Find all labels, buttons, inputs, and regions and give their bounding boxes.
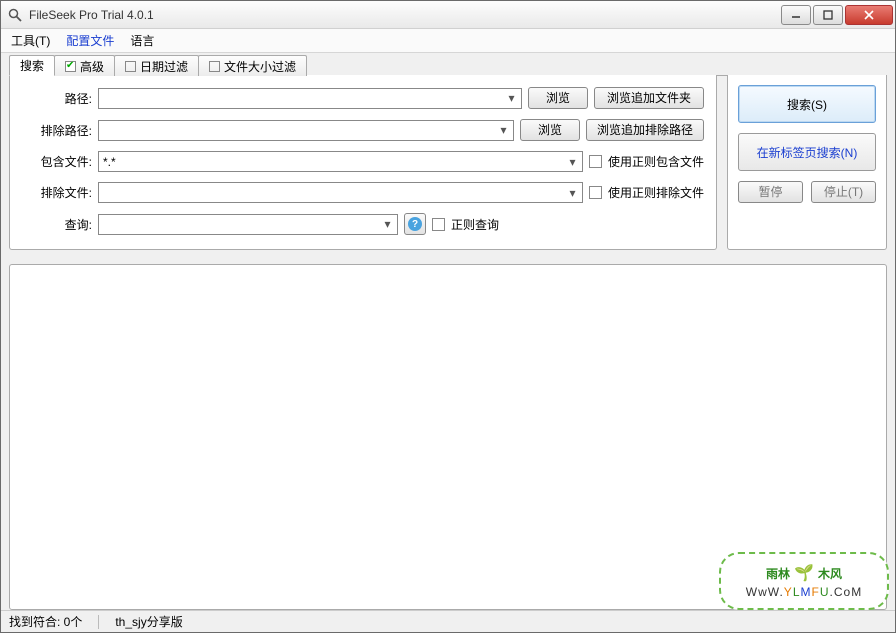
close-button[interactable] — [845, 5, 893, 25]
tab-date-filter[interactable]: 日期过滤 — [114, 55, 199, 76]
chevron-down-icon: ▾ — [565, 185, 580, 200]
help-icon: ? — [408, 217, 422, 231]
search-button[interactable]: 搜索(S) — [738, 85, 876, 123]
tabs-row: 搜索 高级 日期过滤 文件大小过滤 — [9, 54, 887, 76]
query-help-button[interactable]: ? — [404, 213, 426, 235]
app-icon — [7, 7, 23, 23]
browse-add-exclude-button[interactable]: 浏览追加排除路径 — [586, 119, 704, 141]
checkbox-icon — [209, 61, 220, 72]
menubar: 工具(T) 配置文件 语言 — [1, 29, 895, 53]
checkbox-icon — [125, 61, 136, 72]
pause-button[interactable]: 暂停 — [738, 181, 803, 203]
window-title: FileSeek Pro Trial 4.0.1 — [29, 8, 781, 22]
browse-exclude-button[interactable]: 浏览 — [520, 119, 580, 141]
form-panel: 路径: ▾ 浏览 浏览追加文件夹 排除路径: ▾ 浏览 浏览追加排除路径 包含文… — [9, 75, 717, 250]
stop-button[interactable]: 停止(T) — [811, 181, 876, 203]
menu-config[interactable]: 配置文件 — [66, 32, 114, 49]
regex-include-checkbox[interactable] — [589, 155, 602, 168]
tab-search[interactable]: 搜索 — [9, 55, 55, 76]
browse-add-folder-button[interactable]: 浏览追加文件夹 — [594, 87, 704, 109]
chevron-down-icon: ▾ — [380, 217, 395, 232]
label-query: 查询: — [22, 216, 92, 233]
chevron-down-icon: ▾ — [504, 91, 519, 106]
menu-language[interactable]: 语言 — [130, 32, 154, 49]
include-files-combo[interactable]: *.*▾ — [98, 151, 583, 172]
regex-query-checkbox[interactable] — [432, 218, 445, 231]
check-icon — [65, 61, 76, 72]
label-path: 路径: — [22, 90, 92, 107]
exclude-files-combo[interactable]: ▾ — [98, 182, 583, 203]
regex-exclude-checkbox[interactable] — [589, 186, 602, 199]
tab-advanced[interactable]: 高级 — [54, 55, 115, 76]
regex-include-label: 使用正则包含文件 — [608, 153, 704, 170]
browse-path-button[interactable]: 浏览 — [528, 87, 588, 109]
status-found: 找到符合: 0个 — [9, 613, 82, 630]
label-include-files: 包含文件: — [22, 153, 92, 170]
chevron-down-icon: ▾ — [496, 123, 511, 138]
status-share: th_sjy分享版 — [115, 613, 182, 630]
minimize-button[interactable] — [781, 5, 811, 25]
query-combo[interactable]: ▾ — [98, 214, 398, 235]
label-exclude-path: 排除路径: — [22, 122, 92, 139]
statusbar: 找到符合: 0个 th_sjy分享版 — [1, 610, 895, 632]
titlebar: FileSeek Pro Trial 4.0.1 — [1, 1, 895, 29]
search-new-tab-button[interactable]: 在新标签页搜索(N) — [738, 133, 876, 171]
path-combo[interactable]: ▾ — [98, 88, 522, 109]
chevron-down-icon: ▾ — [565, 154, 580, 169]
menu-tools[interactable]: 工具(T) — [11, 32, 50, 49]
regex-exclude-label: 使用正则排除文件 — [608, 184, 704, 201]
tab-size-filter[interactable]: 文件大小过滤 — [198, 55, 307, 76]
maximize-button[interactable] — [813, 5, 843, 25]
regex-query-label: 正则查询 — [451, 216, 499, 233]
label-exclude-files: 排除文件: — [22, 184, 92, 201]
results-panel — [9, 264, 887, 610]
exclude-path-combo[interactable]: ▾ — [98, 120, 514, 141]
side-panel: 搜索(S) 在新标签页搜索(N) 暂停 停止(T) — [727, 75, 887, 250]
